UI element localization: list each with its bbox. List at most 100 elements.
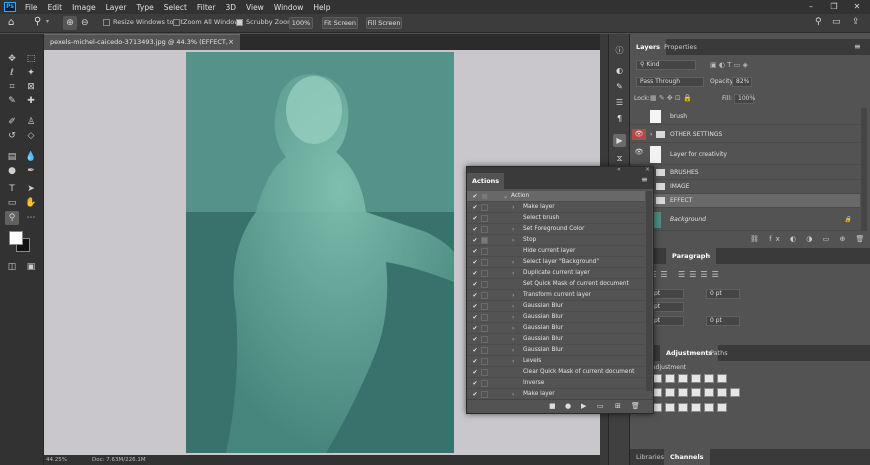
dialog-toggle-icon[interactable] bbox=[481, 237, 488, 244]
hand-tool-icon[interactable]: ✋ bbox=[24, 196, 38, 210]
layer-row[interactable]: brush bbox=[630, 108, 860, 125]
fit-screen-button[interactable]: Fit Screen bbox=[322, 17, 358, 29]
actions-menu-icon[interactable]: ≡ bbox=[641, 175, 648, 184]
chevron-right-icon[interactable]: › bbox=[512, 301, 514, 312]
dialog-toggle-icon[interactable] bbox=[481, 380, 488, 387]
dialog-toggle-icon[interactable] bbox=[481, 204, 488, 211]
more-tools-icon[interactable]: ⋯ bbox=[24, 211, 38, 225]
action-check-icon[interactable]: ✔ bbox=[471, 246, 479, 257]
history-brush-icon[interactable]: ↺ bbox=[5, 129, 19, 143]
dialog-toggle-icon[interactable] bbox=[481, 248, 488, 255]
action-check-icon[interactable]: ✔ bbox=[471, 202, 479, 213]
chevron-right-icon[interactable]: › bbox=[512, 323, 514, 334]
layer-row[interactable]: 👁 › OTHER SETTINGS bbox=[630, 126, 860, 143]
menu-select[interactable]: Select bbox=[159, 3, 192, 12]
zoom-100-button[interactable]: 100% bbox=[289, 17, 313, 29]
adjustments-icon[interactable]: ◐ bbox=[613, 64, 626, 77]
properties-icon[interactable]: ☰ bbox=[613, 96, 626, 109]
dialog-toggle-icon[interactable] bbox=[481, 336, 488, 343]
adjustment-icons-row2[interactable] bbox=[652, 388, 743, 399]
adjustment-icons-row1[interactable] bbox=[652, 374, 730, 385]
search-icon[interactable]: ⚲ bbox=[815, 17, 822, 27]
chevron-right-icon[interactable]: › bbox=[512, 235, 514, 246]
info-icon[interactable]: ⓘ bbox=[613, 44, 626, 57]
layers-footer-icons[interactable]: ⛓ fx ◐ ◑ ▭ ⊕ 🗑 bbox=[750, 235, 868, 243]
action-check-icon[interactable]: ✔ bbox=[471, 334, 479, 345]
layer-row-selected[interactable]: EFFECT bbox=[630, 194, 860, 208]
action-row[interactable]: ✔ › Levels bbox=[467, 356, 645, 367]
resize-windows-checkbox[interactable]: Resize Windows to Fit bbox=[103, 18, 183, 26]
gradient-tool-icon[interactable]: ▤ bbox=[5, 150, 19, 164]
layer-row[interactable]: BRUSHES bbox=[630, 166, 860, 180]
layer-row[interactable]: 👁 Layer for creativity bbox=[630, 144, 860, 165]
chevron-right-icon[interactable]: › bbox=[512, 356, 514, 367]
brush-settings-icon[interactable]: ✎ bbox=[613, 80, 626, 93]
workspace-icon[interactable]: ▭ bbox=[832, 17, 841, 27]
panel-menu-icon[interactable]: ≡ bbox=[854, 42, 861, 51]
magic-wand-icon[interactable]: ✦ bbox=[24, 66, 38, 80]
dialog-toggle-icon[interactable] bbox=[481, 325, 488, 332]
indent-right-field[interactable]: 0 pt bbox=[706, 289, 740, 299]
action-row[interactable]: ✔ › Gaussian Blur bbox=[467, 345, 645, 356]
action-check-icon[interactable]: ✔ bbox=[471, 323, 479, 334]
opacity-field[interactable]: 82% bbox=[732, 77, 752, 87]
zoom-all-checkbox[interactable]: Zoom All Windows bbox=[173, 18, 243, 26]
layer-row[interactable]: IMAGE bbox=[630, 180, 860, 194]
chevron-right-icon[interactable]: › bbox=[512, 334, 514, 345]
play-icon[interactable]: ▶ bbox=[581, 402, 586, 410]
action-row[interactable]: ✔ › Gaussian Blur bbox=[467, 334, 645, 345]
action-row[interactable]: ✔ Hide current layer bbox=[467, 246, 645, 257]
history-icon[interactable]: ⧖ bbox=[613, 152, 626, 165]
zoom-readout[interactable]: 44.25% bbox=[46, 455, 67, 465]
chevron-right-icon[interactable]: › bbox=[512, 257, 514, 268]
action-check-icon[interactable]: ✔ bbox=[471, 213, 479, 224]
chevron-right-icon[interactable]: › bbox=[512, 389, 514, 399]
dialog-toggle-icon[interactable] bbox=[481, 281, 488, 288]
action-row[interactable]: ✔ › Duplicate current layer bbox=[467, 268, 645, 279]
action-check-icon[interactable]: ✔ bbox=[471, 279, 479, 290]
new-set-icon[interactable]: ▭ bbox=[597, 402, 604, 410]
actions-panel-icon[interactable]: ▶ bbox=[613, 134, 626, 147]
tab-properties[interactable]: Properties bbox=[658, 39, 703, 55]
dodge-tool-icon[interactable]: ● bbox=[5, 164, 19, 178]
crop-tool-icon[interactable]: ⌗ bbox=[5, 80, 19, 94]
dialog-toggle-icon[interactable] bbox=[481, 369, 488, 376]
action-check-icon[interactable]: ✔ bbox=[471, 356, 479, 367]
fill-field[interactable]: 100% bbox=[734, 94, 755, 104]
chevron-right-icon[interactable]: › bbox=[512, 312, 514, 323]
zoom-in-icon[interactable]: ⊕ bbox=[63, 16, 77, 30]
document-image[interactable] bbox=[186, 52, 454, 453]
frame-tool-icon[interactable]: ⊠ bbox=[24, 80, 38, 94]
pen-tool-icon[interactable]: ✒ bbox=[24, 164, 38, 178]
panel-collapse-icon[interactable]: « bbox=[617, 166, 621, 173]
foreground-color-swatch[interactable] bbox=[9, 231, 23, 245]
action-row[interactable]: ✔ Inverse bbox=[467, 378, 645, 389]
path-selection-icon[interactable]: ➤ bbox=[24, 182, 38, 196]
eyedropper-icon[interactable]: ✎ bbox=[5, 94, 19, 108]
chevron-right-icon[interactable]: › bbox=[512, 202, 514, 213]
chevron-right-icon[interactable]: › bbox=[512, 224, 514, 235]
close-window-button[interactable]: ✕ bbox=[846, 0, 868, 14]
record-icon[interactable]: ● bbox=[565, 402, 571, 410]
action-check-icon[interactable]: ✔ bbox=[471, 224, 479, 235]
action-check-icon[interactable]: ✔ bbox=[471, 389, 479, 399]
stop-recording-icon[interactable]: ■ bbox=[549, 402, 556, 410]
stamp-tool-icon[interactable]: ♙ bbox=[24, 115, 38, 129]
chevron-right-icon[interactable]: › bbox=[512, 268, 514, 279]
action-row[interactable]: ✔ › Select layer "Background" bbox=[467, 257, 645, 268]
dialog-toggle-icon[interactable] bbox=[481, 226, 488, 233]
action-check-icon[interactable]: ✔ bbox=[471, 268, 479, 279]
scrubby-zoom-checkbox[interactable]: Scrubby Zoom bbox=[236, 18, 293, 26]
action-check-icon[interactable]: ✔ bbox=[471, 367, 479, 378]
menu-file[interactable]: File bbox=[20, 3, 43, 12]
chevron-right-icon[interactable]: › bbox=[512, 290, 514, 301]
paragraph-icon[interactable]: ¶ bbox=[613, 112, 626, 125]
blur-tool-icon[interactable]: 💧 bbox=[24, 150, 38, 164]
fill-screen-button[interactable]: Fill Screen bbox=[366, 17, 402, 29]
menu-image[interactable]: Image bbox=[67, 3, 101, 12]
dialog-toggle-icon[interactable] bbox=[481, 358, 488, 365]
action-check-icon[interactable]: ✔ bbox=[471, 312, 479, 323]
lock-icons[interactable]: ▦ ✎ ✥ ⊡ 🔒 bbox=[650, 94, 692, 102]
menu-type[interactable]: Type bbox=[132, 3, 159, 12]
action-row[interactable]: ✔ › Transform current layer bbox=[467, 290, 645, 301]
